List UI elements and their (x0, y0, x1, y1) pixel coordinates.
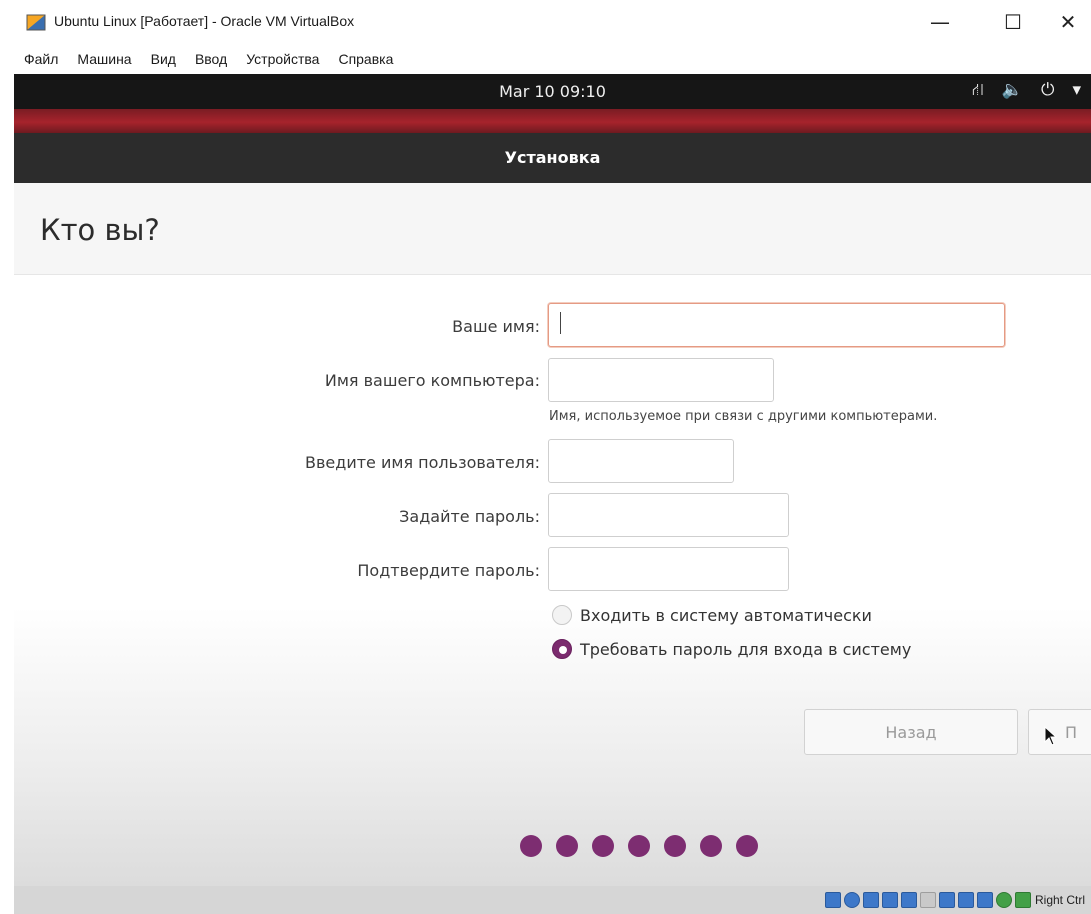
confirm-password-label: Подтвердите пароль: (357, 561, 540, 580)
host-window-title: Ubuntu Linux [Работает] - Oracle VM Virt… (54, 13, 355, 29)
menu-input[interactable]: Ввод (195, 51, 227, 67)
display-icon[interactable] (938, 892, 955, 908)
minimize-button[interactable]: — (920, 8, 960, 36)
cpu-icon[interactable] (976, 892, 993, 908)
shared-folders-icon[interactable] (919, 892, 936, 908)
require-password-option[interactable]: Требовать пароль для входа в систему (552, 639, 911, 659)
confirm-password-input[interactable] (548, 547, 789, 591)
menu-file[interactable]: Файл (24, 51, 58, 67)
installer-title: Установка (504, 148, 601, 167)
power-icon: ⏻ (1041, 80, 1055, 100)
network-icon: ⛙ (971, 80, 984, 100)
auto-login-label: Входить в систему автоматически (580, 605, 872, 625)
next-button[interactable]: П (1028, 709, 1091, 755)
your-name-input[interactable] (548, 303, 1005, 347)
progress-dot (736, 835, 758, 857)
menu-view[interactable]: Вид (151, 51, 176, 67)
gnome-top-panel: Mar 10 09:10 ⛙ 🔈 ⏻ ▾ (14, 74, 1091, 109)
username-input[interactable] (548, 439, 734, 483)
progress-dot (520, 835, 542, 857)
mouse-pointer-icon (1044, 726, 1058, 746)
volume-icon: 🔈 (1001, 80, 1023, 100)
host-title-bar: Ubuntu Linux [Работает] - Oracle VM Virt… (0, 0, 1091, 44)
audio-icon[interactable] (862, 892, 879, 908)
optical-drive-icon[interactable] (843, 892, 860, 908)
menu-help[interactable]: Справка (338, 51, 393, 67)
password-input[interactable] (548, 493, 789, 537)
auto-login-option[interactable]: Входить в систему автоматически (552, 605, 872, 625)
back-button[interactable]: Назад (804, 709, 1018, 755)
require-password-label: Требовать пароль для входа в систему (580, 639, 912, 659)
progress-dot (628, 835, 650, 857)
hard-disk-icon[interactable] (824, 892, 841, 908)
close-button[interactable]: ✕ (1048, 8, 1088, 36)
maximize-button[interactable]: ☐ (993, 8, 1033, 36)
progress-dot (664, 835, 686, 857)
require-password-radio[interactable] (552, 639, 572, 659)
progress-dots (520, 835, 758, 857)
user-form: Ваше имя: Имя вашего компьютера: Имя, ис… (14, 275, 1091, 914)
chevron-down-icon: ▾ (1072, 80, 1081, 100)
computer-name-label: Имя вашего компьютера: (324, 371, 540, 390)
menu-devices[interactable]: Устройства (246, 51, 319, 67)
auto-login-radio[interactable] (552, 605, 572, 625)
progress-dot (700, 835, 722, 857)
vm-screen: Mar 10 09:10 ⛙ 🔈 ⏻ ▾ Установка Кто вы? В… (14, 74, 1091, 914)
host-menu-bar: Файл Машина Вид Ввод Устройства Справка (0, 44, 1091, 74)
computer-name-hint: Имя, используемое при связи с другими ко… (549, 409, 938, 424)
progress-dot (592, 835, 614, 857)
host-key-label: Right Ctrl (1034, 893, 1085, 907)
password-label: Задайте пароль: (399, 507, 540, 526)
virtualbox-logo-icon (26, 14, 46, 31)
progress-dot (556, 835, 578, 857)
virtualbox-status-bar: Right Ctrl (14, 886, 1091, 914)
panel-clock[interactable]: Mar 10 09:10 (14, 82, 1091, 101)
virtualization-icon[interactable] (995, 892, 1012, 908)
your-name-label: Ваше имя: (452, 317, 540, 336)
text-caret (560, 312, 561, 334)
mouse-integration-icon[interactable] (1014, 892, 1031, 908)
menu-machine[interactable]: Машина (77, 51, 131, 67)
installer-header: Установка (14, 133, 1091, 183)
username-label: Введите имя пользователя: (305, 453, 540, 472)
network-adapter-icon[interactable] (881, 892, 898, 908)
accent-bar (14, 109, 1091, 133)
panel-status-area[interactable]: ⛙ 🔈 ⏻ ▾ (972, 80, 1081, 102)
page-title: Кто вы? (40, 213, 160, 247)
video-capture-icon[interactable] (957, 892, 974, 908)
computer-name-input[interactable] (548, 358, 774, 402)
page-heading-area: Кто вы? (14, 183, 1091, 275)
usb-icon[interactable] (900, 892, 917, 908)
